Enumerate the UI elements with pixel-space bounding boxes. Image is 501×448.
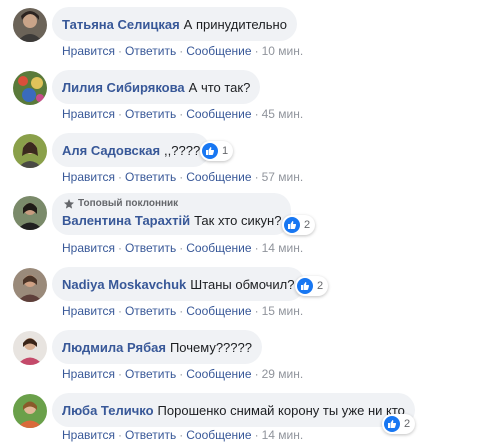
comment-actions: Нравится · Ответить · Сообщение · 29 мин.: [62, 367, 303, 381]
commenter-name[interactable]: Валентина Тарахтій: [62, 213, 190, 228]
separator: ·: [117, 304, 122, 318]
comment-bubble: Лилия Сибирякова А что так?: [52, 70, 261, 104]
comment-actions: Нравится · Ответить · Сообщение · 14 мин.: [62, 241, 303, 255]
like-link[interactable]: Нравится: [62, 367, 115, 381]
separator: ·: [117, 44, 122, 58]
like-link[interactable]: Нравится: [62, 170, 115, 184]
comment-text: А что так?: [188, 79, 251, 95]
message-link[interactable]: Сообщение: [186, 44, 251, 58]
separator: ·: [117, 428, 122, 442]
comment-bubble: Аля Садовская ,,????: [52, 133, 211, 167]
message-link[interactable]: Сообщение: [186, 428, 251, 442]
message-link[interactable]: Сообщение: [186, 304, 251, 318]
reaction-number: 2: [404, 418, 411, 430]
reply-link[interactable]: Ответить: [125, 304, 176, 318]
like-reaction-icon: [284, 217, 300, 233]
separator: ·: [254, 428, 259, 442]
separator: ·: [254, 107, 259, 121]
reaction-count[interactable]: 2: [282, 215, 316, 235]
like-link[interactable]: Нравится: [62, 44, 115, 58]
commenter-name[interactable]: Люба Теличко: [62, 403, 154, 418]
comment-time[interactable]: 14 мин.: [262, 241, 304, 255]
separator: ·: [117, 241, 122, 255]
separator: ·: [179, 367, 184, 381]
top-fan-icon: [64, 198, 74, 209]
reaction-count[interactable]: 2: [295, 276, 329, 296]
separator: ·: [179, 241, 184, 255]
commenter-name[interactable]: Татьяна Селицкая: [62, 17, 180, 32]
separator: ·: [179, 304, 184, 318]
message-link[interactable]: Сообщение: [186, 107, 251, 121]
reply-link[interactable]: Ответить: [125, 367, 176, 381]
comment-text: Так хто сикун?: [194, 213, 282, 228]
comment-text: Почему?????: [169, 339, 252, 355]
avatar[interactable]: [13, 268, 47, 302]
reaction-number: 2: [317, 280, 324, 292]
reaction-number: 2: [304, 219, 311, 231]
avatar[interactable]: [13, 394, 47, 428]
reaction-number: 1: [222, 145, 229, 157]
comment-text: Порошенко снимай корону ты уже ни кто: [157, 402, 405, 418]
like-link[interactable]: Нравится: [62, 304, 115, 318]
comment-bubble: Топовый поклонник Валентина Тарахтій Так…: [52, 193, 292, 235]
top-fan-badge: Топовый поклонник: [64, 198, 178, 209]
comment-actions: Нравится · Ответить · Сообщение · 14 мин.: [62, 428, 303, 442]
reaction-count[interactable]: 1: [200, 141, 234, 161]
reply-link[interactable]: Ответить: [125, 170, 176, 184]
separator: ·: [254, 44, 259, 58]
reaction-count[interactable]: 2: [382, 414, 416, 434]
comment-time[interactable]: 10 мин.: [262, 44, 304, 58]
separator: ·: [254, 241, 259, 255]
separator: ·: [179, 107, 184, 121]
separator: ·: [254, 170, 259, 184]
separator: ·: [117, 170, 122, 184]
commenter-name[interactable]: Лилия Сибирякова: [62, 80, 185, 95]
separator: ·: [179, 428, 184, 442]
comment-bubble: Татьяна Селицкая А принудительно: [52, 7, 297, 41]
commenter-name[interactable]: Nadiya Moskavchuk: [62, 277, 186, 292]
separator: ·: [179, 44, 184, 58]
message-link[interactable]: Сообщение: [186, 367, 251, 381]
comment-time[interactable]: 57 мин.: [262, 170, 304, 184]
separator: ·: [117, 367, 122, 381]
avatar[interactable]: [13, 8, 47, 42]
comment-actions: Нравится · Ответить · Сообщение · 15 мин.: [62, 304, 303, 318]
message-link[interactable]: Сообщение: [186, 241, 251, 255]
commenter-name[interactable]: Людмила Рябая: [62, 340, 166, 355]
avatar[interactable]: [13, 134, 47, 168]
reply-link[interactable]: Ответить: [125, 107, 176, 121]
comment-time[interactable]: 14 мин.: [262, 428, 304, 442]
like-link[interactable]: Нравится: [62, 241, 115, 255]
comment-time[interactable]: 15 мин.: [262, 304, 304, 318]
comment-time[interactable]: 29 мин.: [262, 367, 304, 381]
avatar[interactable]: [13, 331, 47, 365]
like-link[interactable]: Нравится: [62, 107, 115, 121]
comment-bubble: Людмила Рябая Почему?????: [52, 330, 262, 364]
avatar[interactable]: [13, 71, 47, 105]
like-link[interactable]: Нравится: [62, 428, 115, 442]
separator: ·: [179, 170, 184, 184]
comment-actions: Нравится · Ответить · Сообщение · 45 мин.: [62, 107, 303, 121]
comment-time[interactable]: 45 мин.: [262, 107, 304, 121]
message-link[interactable]: Сообщение: [186, 170, 251, 184]
like-reaction-icon: [202, 143, 218, 159]
separator: ·: [117, 107, 122, 121]
reply-link[interactable]: Ответить: [125, 428, 176, 442]
comment-text: Штаны обмочил?: [190, 276, 295, 292]
comment-text: А принудительно: [183, 16, 287, 32]
reply-link[interactable]: Ответить: [125, 241, 176, 255]
like-reaction-icon: [384, 416, 400, 432]
comment-actions: Нравится · Ответить · Сообщение · 10 мин.: [62, 44, 303, 58]
reply-link[interactable]: Ответить: [125, 44, 176, 58]
comment-bubble: Люба Теличко Порошенко снимай корону ты …: [52, 393, 415, 427]
comment-actions: Нравится · Ответить · Сообщение · 57 мин.: [62, 170, 303, 184]
separator: ·: [254, 367, 259, 381]
commenter-name[interactable]: Аля Садовская: [62, 143, 160, 158]
like-reaction-icon: [297, 278, 313, 294]
avatar[interactable]: [13, 196, 47, 230]
separator: ·: [254, 304, 259, 318]
comment-text: ,,????: [164, 142, 201, 158]
comment-bubble: Nadiya Moskavchuk Штаны обмочил?: [52, 267, 305, 301]
top-fan-label: Топовый поклонник: [78, 198, 179, 209]
